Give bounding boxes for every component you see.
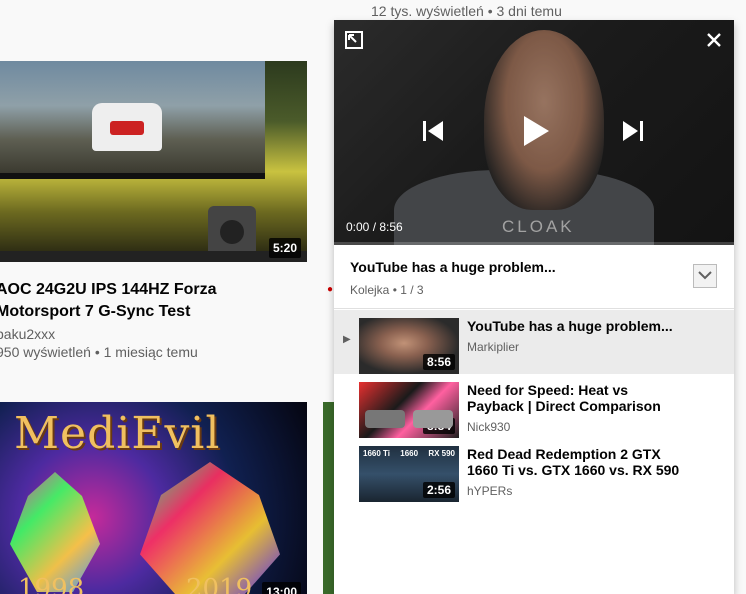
queue-thumbnail: 8:56 [359, 318, 459, 374]
queue-item-channel: Markiplier [467, 340, 520, 354]
queue-item-title: Red Dead Redemption 2 GTX 1660 Ti vs. GT… [467, 446, 680, 478]
queue-item-title: Need for Speed: Heat vs Payback | Direct… [467, 382, 661, 414]
queue-label: Kolejka • 1 / 3 [350, 283, 424, 297]
queue-expand-button[interactable] [693, 264, 717, 288]
channel-name[interactable]: baku2xxx [0, 326, 55, 342]
miniplayer: CLOAK 0:00 / 8:56 YouTube has a huge pro… [334, 20, 734, 594]
miniplayer-info: YouTube has a huge problem... Kolejka • … [334, 245, 734, 309]
video-meta: 950 wyświetleń • 1 miesiąc temu [0, 344, 198, 360]
video-meta-top: 12 tys. wyświetleń • 3 dni temu [371, 3, 562, 19]
duration-badge: 13:00 [262, 582, 301, 594]
queue-thumbnail: 8:54 [359, 382, 459, 438]
thumbnail-gpu-labels: 1660 Ti 1660 RX 590 [363, 449, 455, 458]
close-icon[interactable] [703, 29, 725, 51]
duration-badge: 2:56 [422, 482, 455, 498]
queue-item-channel: Nick930 [467, 420, 511, 434]
video-time: 0:00 / 8:56 [346, 220, 403, 234]
thumbnail-year-left: 1998 [18, 574, 85, 594]
queue-item[interactable]: 1660 Ti 1660 RX 590 2:56 Red Dead Redemp… [334, 438, 734, 502]
gpu-label: 1660 Ti [363, 449, 390, 458]
duration-badge: 5:20 [268, 238, 301, 258]
next-icon[interactable] [618, 116, 648, 146]
video-title-aoc[interactable]: AOC 24G2U IPS 144HZ Forza Motorsport 7 G… [0, 279, 296, 323]
chevron-down-icon [698, 267, 712, 285]
expand-icon[interactable] [343, 29, 365, 51]
queue-list: ▶ 8:56 YouTube has a huge problem... Mar… [334, 310, 734, 502]
queue-item-channel: hYPERs [467, 484, 513, 498]
video-thumbnail-medievil[interactable]: MediEvil 1998 2019 13:00 [0, 402, 307, 594]
thumbnail-year-right: 2019 [186, 574, 253, 594]
now-playing-title[interactable]: YouTube has a huge problem... [350, 259, 556, 275]
queue-thumbnail: 1660 Ti 1660 RX 590 2:56 [359, 446, 459, 502]
queue-item-title: YouTube has a huge problem... [467, 318, 673, 334]
previous-icon[interactable] [418, 116, 448, 146]
queue-item[interactable]: 8:54 Need for Speed: Heat vs Payback | D… [334, 374, 734, 438]
duration-badge: 8:56 [422, 354, 455, 370]
thumbnail-desk [0, 251, 307, 262]
gpu-label: RX 590 [428, 449, 455, 458]
play-icon[interactable] [514, 110, 556, 152]
miniplayer-video[interactable]: CLOAK 0:00 / 8:56 [334, 20, 734, 245]
queue-item[interactable]: ▶ 8:56 YouTube has a huge problem... Mar… [334, 310, 734, 374]
gpu-label: 1660 [400, 449, 419, 458]
partial-channel-icon: ● [327, 284, 334, 295]
now-playing-marker: ▶ [343, 334, 351, 345]
video-thumbnail-aoc[interactable]: 5:20 [0, 61, 307, 262]
duration-badge: 8:54 [422, 418, 455, 434]
thumbnail-logo: MediEvil [14, 408, 221, 459]
thumbnail-car [92, 103, 162, 151]
